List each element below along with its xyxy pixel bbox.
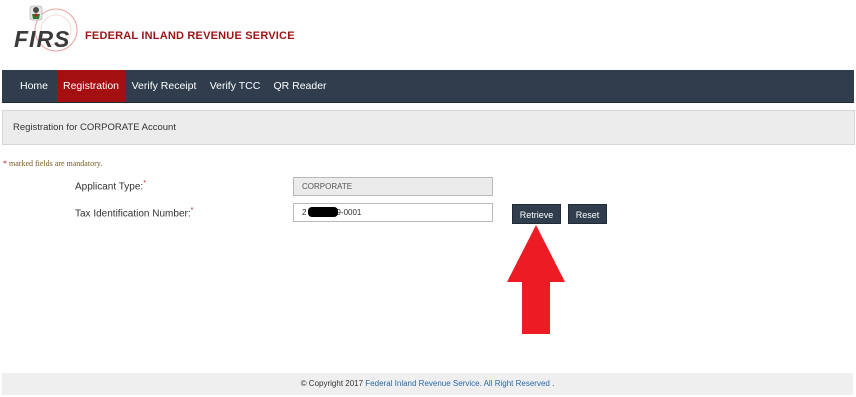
tin-label: Tax Identification Number:* [75,207,193,219]
reset-button[interactable]: Reset [568,204,607,224]
site-header: FIRS FEDERAL INLAND REVENUE SERVICE [0,0,856,70]
required-mark: * [190,207,194,214]
firs-logo[interactable]: FIRS [8,4,80,60]
nav-verify-tcc[interactable]: Verify TCC [205,70,265,102]
nav-verify-receipt[interactable]: Verify Receipt [128,70,200,102]
tin-value-prefix: 2 [302,208,307,217]
nav-qr-reader[interactable]: QR Reader [270,70,330,102]
retrieve-button[interactable]: Retrieve [512,204,561,224]
tin-value-suffix: 9-0001 [336,208,362,217]
required-mark: * [143,180,146,187]
applicant-type-field: CORPORATE [293,177,493,196]
mandatory-note-text: marked fields are mandatory. [7,159,103,168]
main-nav: Home Registration Verify Receipt Verify … [2,70,854,103]
footer-org-link[interactable]: Federal Inland Revenue Service. All Righ… [365,379,550,388]
nav-registration[interactable]: Registration [57,70,125,102]
applicant-type-label-text: Applicant Type: [75,181,144,193]
tin-input[interactable]: 2 9-0001 [293,203,493,222]
page-heading-panel: Registration for CORPORATE Account [2,110,855,145]
page-title: Registration for CORPORATE Account [13,122,176,133]
logo-wordmark: FIRS [14,26,71,52]
footer-end: . [549,379,555,388]
applicant-type-value: CORPORATE [302,182,353,191]
red-up-arrow-icon [507,225,565,334]
nav-home[interactable]: Home [13,70,55,102]
tin-label-text: Tax Identification Number: [75,208,191,220]
applicant-type-label: Applicant Type:* [75,180,146,192]
redaction-mark [308,207,338,217]
site-title: FEDERAL INLAND REVENUE SERVICE [85,30,295,42]
copyright-text: © Copyright 2017 [300,379,366,388]
mandatory-note: * marked fields are mandatory. [3,159,102,168]
footer: © Copyright 2017 Federal Inland Revenue … [2,373,853,395]
